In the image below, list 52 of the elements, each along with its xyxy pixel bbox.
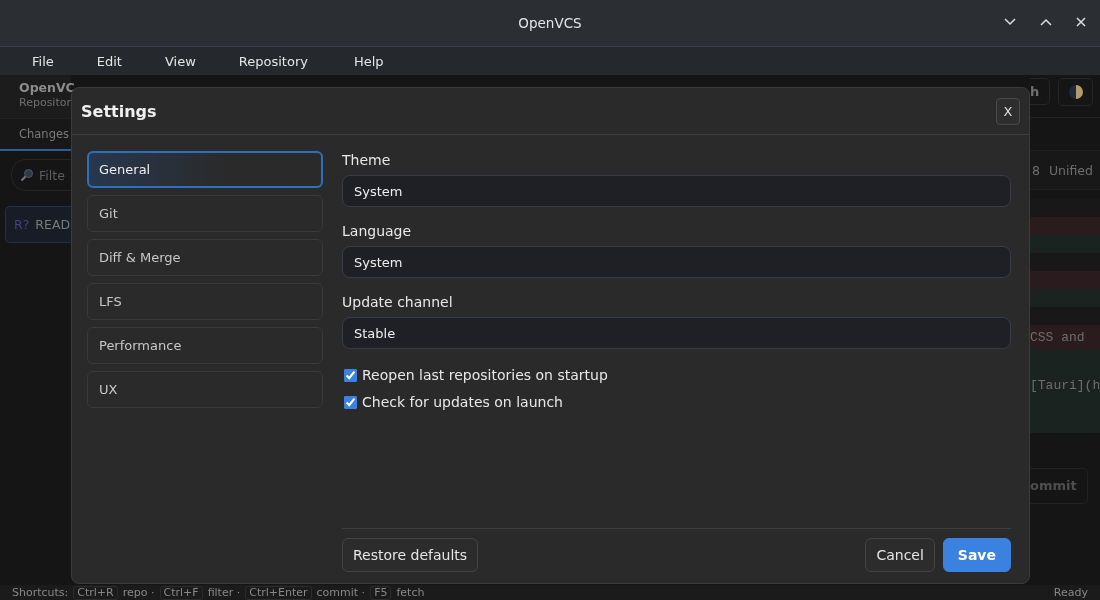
theme-button[interactable] <box>1058 78 1093 106</box>
menu-item[interactable]: Help <box>353 53 384 69</box>
menu-item[interactable]: File <box>32 53 54 69</box>
checkbox[interactable] <box>344 395 357 409</box>
menu-item[interactable]: View <box>164 53 196 69</box>
shortcut-action: commit · <box>316 586 366 599</box>
status-text: Ready <box>1053 586 1088 599</box>
settings-nav-item[interactable]: UX <box>87 371 323 408</box>
cancel-button[interactable]: Cancel <box>865 538 935 572</box>
search-icon <box>20 168 34 182</box>
settings-nav-item[interactable]: LFS <box>87 283 323 320</box>
field-label: Update channel <box>342 293 454 312</box>
settings-nav-item[interactable]: Performance <box>87 327 323 364</box>
dialog-title: Settings <box>81 101 157 121</box>
key-hint: Ctrl+F <box>159 585 203 600</box>
file-name: READ <box>35 217 71 232</box>
key-hint: Ctrl+R <box>73 585 118 600</box>
settings-nav-item[interactable]: Git <box>87 195 323 232</box>
close-button[interactable]: X <box>996 97 1020 125</box>
app-name: OpenVC <box>19 79 75 96</box>
checkbox-label: Check for updates on launch <box>362 394 563 410</box>
select-field[interactable]: System <box>342 246 1011 278</box>
maximize-icon[interactable] <box>1040 18 1052 26</box>
shortcut-action: filter · <box>207 586 241 599</box>
key-hint: F5 <box>370 585 392 600</box>
view-mode[interactable]: Unified <box>1048 162 1093 178</box>
code-text: [Tauri](h <box>1030 377 1100 393</box>
code-text: CSS and <box>1030 329 1085 345</box>
change-count: 8 <box>1032 162 1040 178</box>
settings-nav-item[interactable]: General <box>87 151 323 188</box>
settings-nav-item[interactable]: Diff & Merge <box>87 239 323 276</box>
checkbox[interactable] <box>344 368 357 382</box>
save-button[interactable]: Save <box>942 538 1011 572</box>
menu-item[interactable]: Edit <box>96 53 122 69</box>
field-label: Language <box>342 222 413 241</box>
checkbox-label: Reopen last repositories on startup <box>362 367 608 383</box>
shortcut-action: repo · <box>122 586 155 599</box>
minimize-icon[interactable] <box>1004 18 1016 26</box>
close-icon[interactable] <box>1076 17 1086 27</box>
restore-defaults-button[interactable]: Restore defaults <box>342 538 479 572</box>
app-subtitle: Repositor <box>19 96 71 110</box>
shortcuts-label: Shortcuts: <box>12 586 69 599</box>
key-hint: Ctrl+Enter <box>245 585 312 600</box>
window-title: OpenVCS <box>518 15 582 31</box>
select-field[interactable]: System <box>342 175 1011 207</box>
menu-item[interactable]: Repository <box>238 53 308 69</box>
half-moon-icon <box>1067 84 1084 100</box>
field-label: Theme <box>342 151 392 170</box>
file-row[interactable]: R? READ <box>5 206 71 243</box>
status-code: R? <box>14 217 30 232</box>
select-field[interactable]: Stable <box>342 317 1011 349</box>
shortcut-action: fetch <box>396 586 425 599</box>
